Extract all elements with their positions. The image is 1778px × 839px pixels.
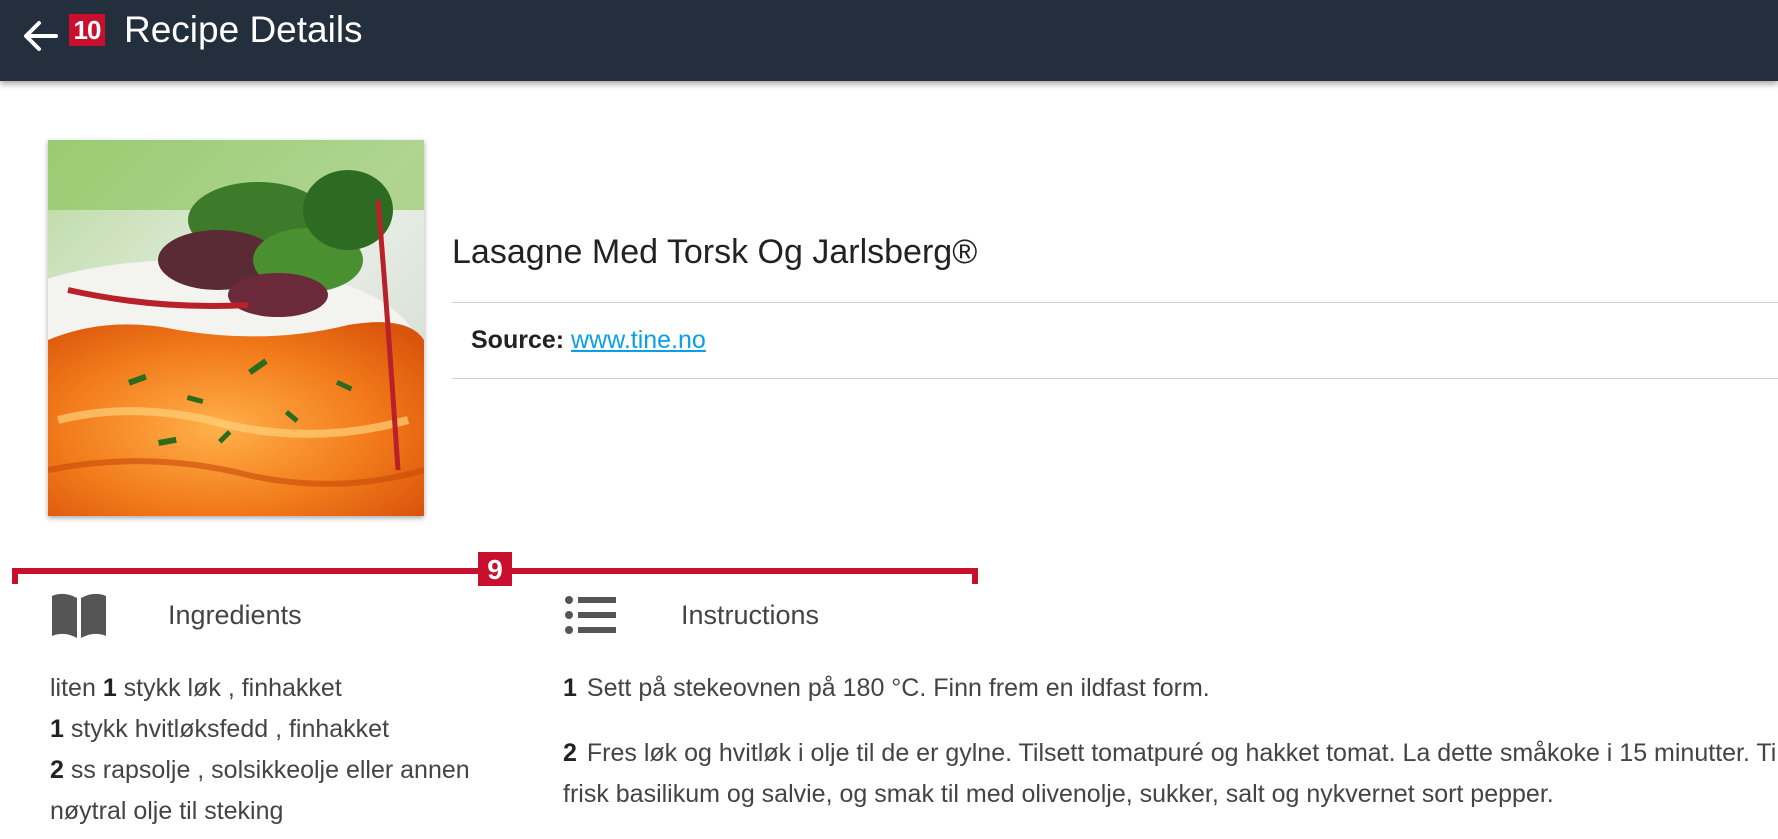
- list-item: 2 Fres løk og hvitløk i olje til de er gy…: [563, 739, 1778, 808]
- annotation-bracket-right-tick: [972, 568, 978, 584]
- instructions-label: Instructions: [681, 599, 820, 630]
- list-item: nøytral olje til steking: [50, 797, 284, 825]
- instructions-list: 1 Sett på stekeovnen på 180 °C. Finn frem…: [563, 668, 1778, 839]
- recipe-photo: [48, 140, 424, 516]
- lasagne-photo-illustration: [48, 140, 424, 516]
- list-item: liten 1 stykk løk , finhakket: [50, 674, 342, 702]
- source-row: Source: www.tine.no: [471, 324, 706, 356]
- back-button[interactable]: [18, 12, 62, 60]
- recipe-title: Lasagne Med Torsk Og Jarlsberg®: [452, 233, 978, 271]
- ingredients-label: Ingredients: [168, 599, 302, 630]
- source-link[interactable]: www.tine.no: [571, 326, 706, 354]
- source-label: Source:: [471, 326, 565, 354]
- arrow-left-icon: [24, 21, 58, 51]
- divider: [452, 378, 1778, 379]
- book-icon: [52, 593, 106, 638]
- list-item: 1 Sett på stekeovnen på 180 °C. Finn frem…: [563, 674, 1210, 702]
- ingredients-list: liten 1 stykk løk , finhakket 1 stykk hv…: [50, 668, 510, 832]
- annotation-badge: 9: [478, 552, 512, 586]
- divider: [452, 302, 1778, 303]
- ingredients-header[interactable]: Ingredients: [50, 592, 302, 638]
- page-title: Recipe Details: [124, 9, 363, 50]
- list-item: 1 stykk hvitløksfedd , finhakket: [50, 715, 390, 743]
- list-icon: [565, 596, 616, 634]
- annotation-badge: 10: [69, 14, 105, 46]
- instructions-header[interactable]: Instructions: [565, 592, 819, 638]
- app-bar: 10 Recipe Details: [0, 0, 1778, 81]
- list-item: 2 ss rapsolje , solsikkeolje eller annen: [50, 756, 470, 784]
- annotation-bracket-left-tick: [12, 568, 18, 584]
